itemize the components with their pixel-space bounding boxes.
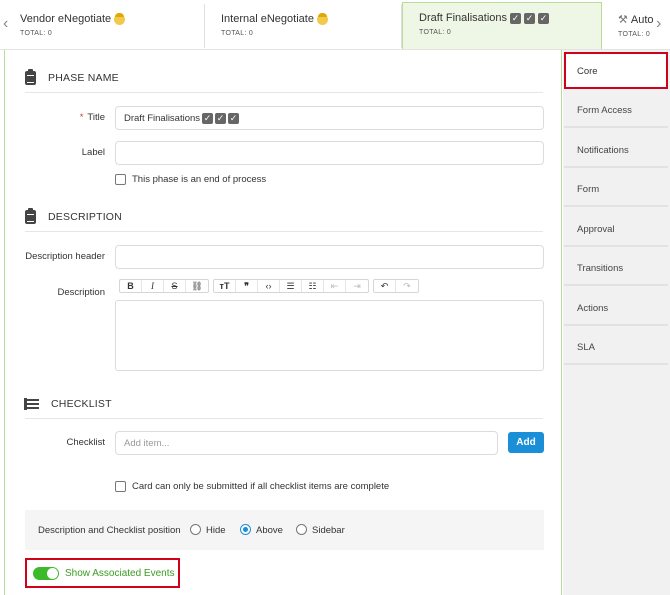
tab-total: TOTAL: 0 [221, 30, 254, 37]
section-title: CHECKLIST [51, 397, 112, 410]
checklist-icon [24, 397, 39, 410]
italic-icon[interactable]: I [142, 280, 164, 292]
checklist-item-input[interactable]: Add item... [115, 431, 498, 455]
checklist-required-checkbox[interactable] [115, 481, 126, 492]
sidebar-item-form[interactable]: Form [564, 170, 668, 207]
tab-total: TOTAL: 0 [618, 31, 651, 38]
quote-icon[interactable]: ❞ [236, 280, 258, 292]
clipboard-icon [25, 68, 36, 85]
description-header-input[interactable] [115, 245, 544, 269]
undo-icon[interactable]: ↶ [374, 280, 396, 292]
tab-total: TOTAL: 0 [419, 29, 452, 36]
redo-icon[interactable]: ↷ [396, 280, 418, 292]
tab-label: Draft Finalisations [419, 12, 508, 24]
indent-icon[interactable]: ⇥ [346, 280, 368, 292]
sidebar-item-notifications[interactable]: Notifications [564, 131, 668, 168]
title-label: * Title [79, 112, 105, 123]
title-input[interactable]: Draft Finalisations ✓ ✓ ✓ [115, 106, 544, 130]
chevron-right-icon[interactable]: › [656, 15, 661, 33]
radio-above-label: Above [256, 525, 283, 536]
checklist-required-label: Card can only be submitted if all checkl… [132, 481, 390, 492]
tools-icon: ⚒ [618, 14, 628, 26]
radio-hide[interactable] [190, 524, 201, 535]
worker-icon [316, 12, 328, 25]
settings-sidebar: Core Form Access Notifications Form Appr… [563, 50, 670, 595]
title-value: Draft Finalisations [124, 112, 201, 124]
checkbox-icon: ✓ [202, 112, 214, 124]
tab-internal-enegotiate[interactable]: Internal eNegotiate TOTAL: 0 [205, 4, 402, 48]
link-icon[interactable]: ⛓ [186, 280, 208, 292]
tab-total: TOTAL: 0 [20, 30, 53, 37]
sidebar-item-transitions[interactable]: Transitions [564, 249, 668, 286]
outdent-icon[interactable]: ⇤ [324, 280, 346, 292]
checkbox-icon: ✓ [538, 12, 550, 24]
section-title: DESCRIPTION [48, 210, 122, 223]
tab-label: Auto [630, 13, 654, 26]
radio-above[interactable] [240, 524, 251, 535]
checkbox-icon: ✓ [228, 112, 240, 124]
worker-icon [114, 12, 126, 25]
numbered-list-icon[interactable]: ☷ [302, 280, 324, 292]
phase-form: PHASE NAME * Title Draft Finalisations ✓ ✓… [4, 50, 562, 595]
section-title: PHASE NAME [48, 71, 119, 84]
label-input[interactable] [115, 141, 544, 165]
tab-vendor-enegotiate[interactable]: Vendor eNegotiate TOTAL: 0 [0, 4, 205, 48]
checklist-label: Checklist [66, 437, 105, 448]
tab-label: Internal eNegotiate [221, 13, 314, 25]
editor-toolbar: B I S ⛓ тT ❞ ‹› ☰ ☷ ⇤ ⇥ ↶ ↷ [119, 279, 419, 293]
checkbox-icon: ✓ [510, 12, 522, 24]
description-editor[interactable] [115, 300, 544, 371]
tab-draft-finalisations[interactable]: Draft Finalisations ✓ ✓ ✓ TOTAL: 0 [402, 2, 602, 49]
show-events-label: Show Associated Events [65, 568, 175, 579]
end-process-checkbox[interactable] [115, 174, 126, 185]
tab-label: Vendor eNegotiate [20, 13, 112, 25]
phase-tabs: ‹ Vendor eNegotiate TOTAL: 0 Internal eN… [0, 0, 670, 50]
show-events-toggle[interactable] [33, 567, 59, 580]
sidebar-item-actions[interactable]: Actions [564, 289, 668, 326]
description-label: Description [57, 287, 105, 298]
phase-name-header: PHASE NAME [25, 63, 543, 93]
heading-icon[interactable]: тT [214, 280, 236, 292]
sidebar-item-core[interactable]: Core [564, 52, 668, 89]
position-label: Description and Checklist position [38, 525, 181, 536]
radio-sidebar[interactable] [296, 524, 307, 535]
sidebar-item-sla[interactable]: SLA [564, 328, 668, 365]
end-process-label: This phase is an end of process [132, 174, 267, 185]
bold-icon[interactable]: B [120, 280, 142, 292]
bullet-list-icon[interactable]: ☰ [280, 280, 302, 292]
description-header: DESCRIPTION [25, 202, 543, 232]
show-events-highlight: Show Associated Events [25, 558, 180, 588]
add-item-button[interactable]: Add [508, 432, 544, 453]
label-label: Label [81, 147, 105, 158]
checklist-header: CHECKLIST [24, 389, 543, 419]
strikethrough-icon[interactable]: S [164, 280, 186, 292]
clipboard-edit-icon [25, 207, 36, 224]
sidebar-item-approval[interactable]: Approval [564, 210, 668, 247]
checkbox-icon: ✓ [524, 12, 536, 24]
code-icon[interactable]: ‹› [258, 280, 280, 292]
description-header-label: Description header [25, 251, 105, 262]
position-options: Description and Checklist position Hide … [25, 510, 544, 550]
radio-sidebar-label: Sidebar [312, 525, 345, 536]
sidebar-item-form-access[interactable]: Form Access [564, 91, 668, 128]
radio-hide-label: Hide [206, 525, 226, 536]
checkbox-icon: ✓ [215, 112, 227, 124]
